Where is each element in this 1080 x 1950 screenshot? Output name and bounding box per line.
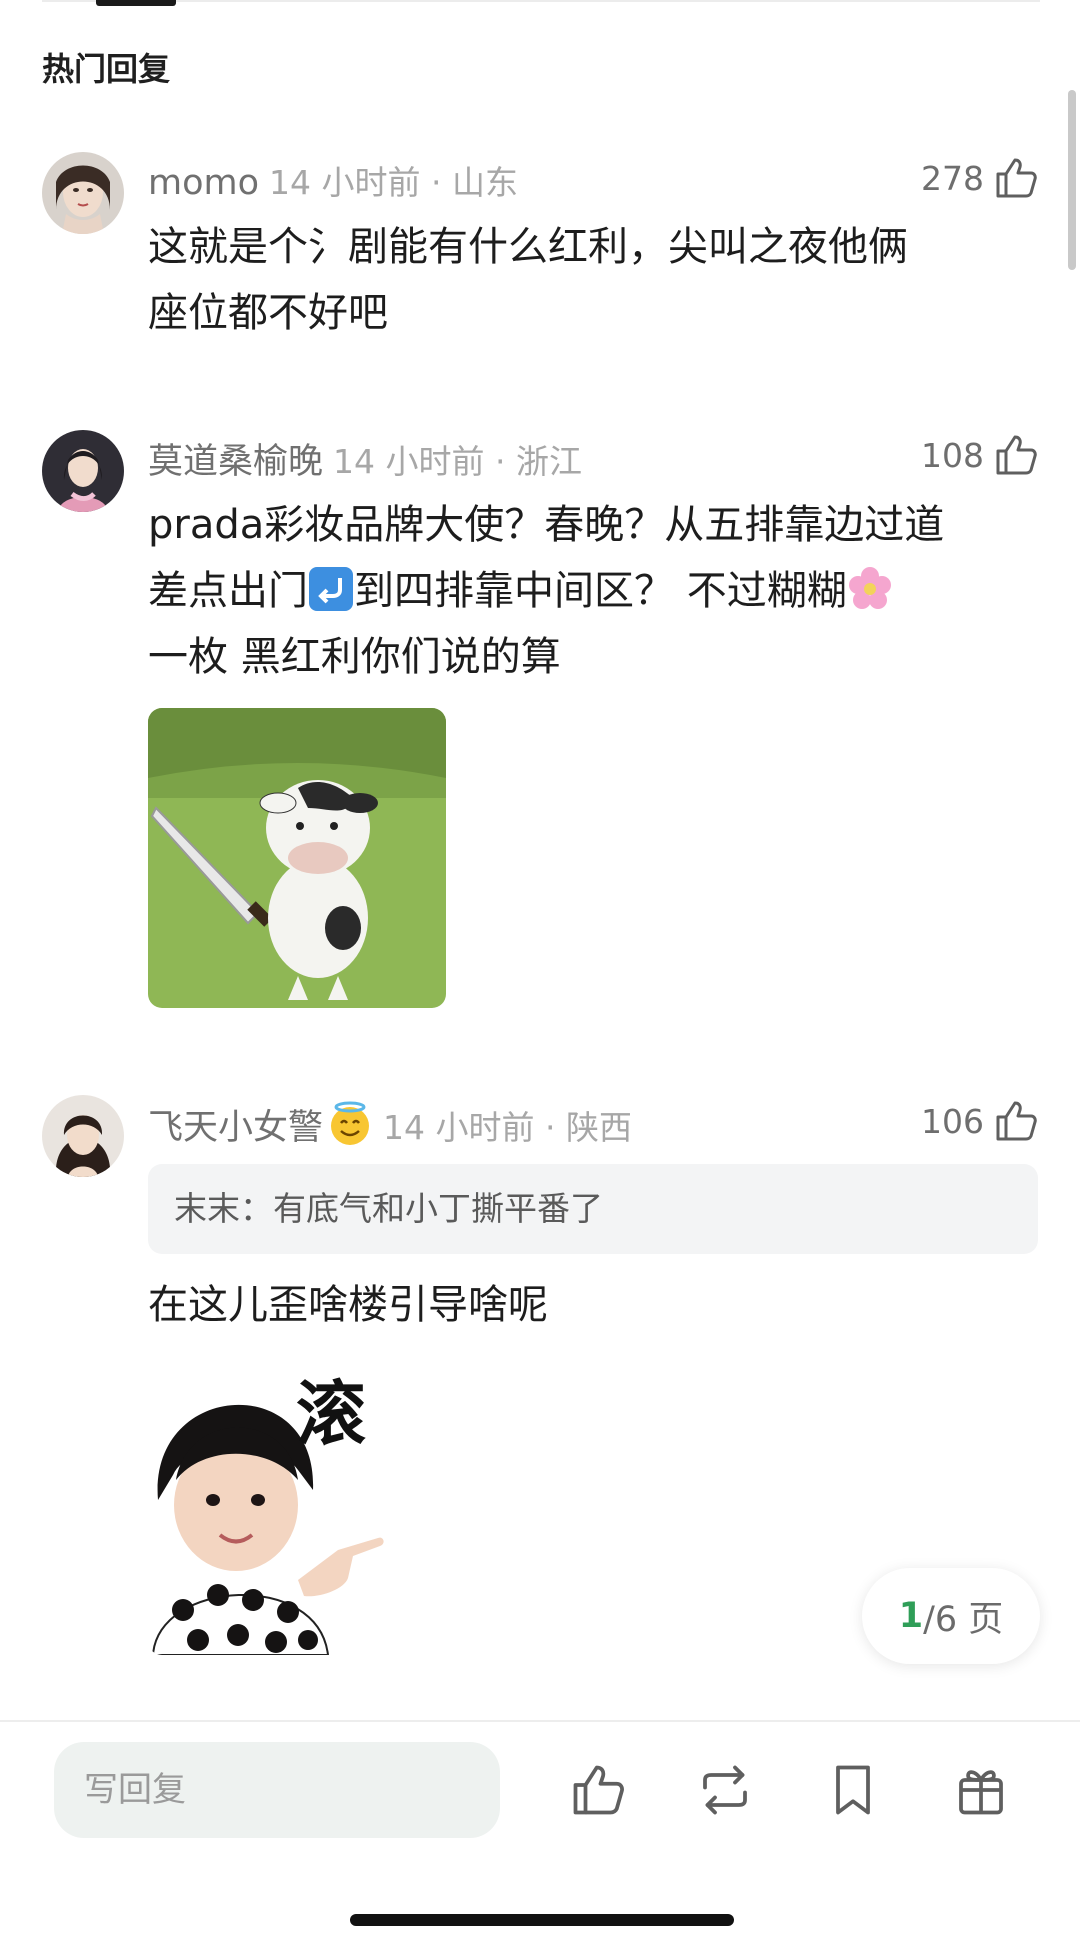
return-arrow-icon bbox=[309, 567, 353, 611]
scrollbar[interactable] bbox=[1068, 90, 1076, 270]
like-button[interactable]: 278 bbox=[921, 154, 1040, 202]
username[interactable]: momo bbox=[148, 163, 259, 203]
current-page: 1 bbox=[898, 1596, 924, 1636]
repost-icon bbox=[703, 1765, 747, 1815]
comment-meta: 莫道桑榆晚 14 小时前 · 浙江 bbox=[148, 433, 582, 484]
gift-icon bbox=[959, 1770, 1003, 1815]
bottom-divider bbox=[0, 1720, 1080, 1722]
like-button[interactable]: 108 bbox=[921, 431, 1040, 479]
comment-meta: 飞天小女警 14 小时前 · 陕西 bbox=[148, 1099, 632, 1150]
like-button[interactable]: 106 bbox=[921, 1097, 1040, 1145]
home-indicator[interactable] bbox=[350, 1914, 734, 1926]
time-location: 14 小时前 · 山东 bbox=[269, 163, 518, 202]
avatar[interactable] bbox=[42, 430, 124, 512]
tab-indicator bbox=[96, 0, 176, 6]
reply-input[interactable] bbox=[54, 1742, 500, 1838]
avatar[interactable] bbox=[42, 152, 124, 234]
page-indicator[interactable]: 1/6 页 bbox=[862, 1568, 1040, 1664]
cherry-blossom-icon bbox=[848, 567, 891, 609]
comment-meta: momo 14 小时前 · 山东 bbox=[148, 156, 518, 204]
time-location: 14 小时前 · 浙江 bbox=[333, 442, 582, 481]
avatar[interactable] bbox=[42, 1095, 124, 1177]
bookmark-icon bbox=[836, 1765, 870, 1815]
gift-button[interactable] bbox=[946, 1755, 1016, 1825]
like-count: 278 bbox=[921, 158, 984, 198]
sticker-caption: 滚 bbox=[296, 1373, 366, 1455]
quoted-reply[interactable]: 末末：有底气和小丁撕平番了 bbox=[148, 1164, 1038, 1254]
thumbs-up-icon bbox=[996, 158, 1037, 198]
sticker-image[interactable]: 滚 bbox=[148, 1350, 448, 1655]
username[interactable]: 飞天小女警 bbox=[148, 1108, 323, 1148]
sticker-image[interactable] bbox=[148, 708, 446, 1008]
username[interactable]: 莫道桑榆晚 bbox=[148, 442, 323, 482]
thumbs-up-icon bbox=[996, 435, 1037, 475]
bookmark-button[interactable] bbox=[818, 1755, 888, 1825]
comment-text: prada彩妆品牌大使？春晚？从五排靠边过道 差点出门 到四排靠中间区？ 不过糊糊… bbox=[148, 502, 945, 680]
section-title: 热门回复 bbox=[42, 50, 171, 88]
like-count: 106 bbox=[921, 1101, 984, 1141]
like-count: 108 bbox=[921, 435, 984, 475]
comment-text: 这就是个氵剧能有什么红利，尖叫之夜他俩 座位都不好吧 bbox=[148, 224, 908, 336]
halo-smile-emoji-icon bbox=[331, 1101, 370, 1145]
time-location: 14 小时前 · 陕西 bbox=[383, 1108, 632, 1147]
repost-button[interactable] bbox=[690, 1755, 760, 1825]
comment-text: 在这儿歪啥楼引导啥呢 bbox=[148, 1282, 548, 1328]
thumbs-up-icon bbox=[996, 1101, 1037, 1141]
top-divider bbox=[42, 0, 1040, 2]
like-post-button[interactable] bbox=[563, 1755, 633, 1825]
thumbs-up-icon bbox=[573, 1765, 624, 1815]
total-pages: /6 页 bbox=[923, 1599, 1004, 1640]
